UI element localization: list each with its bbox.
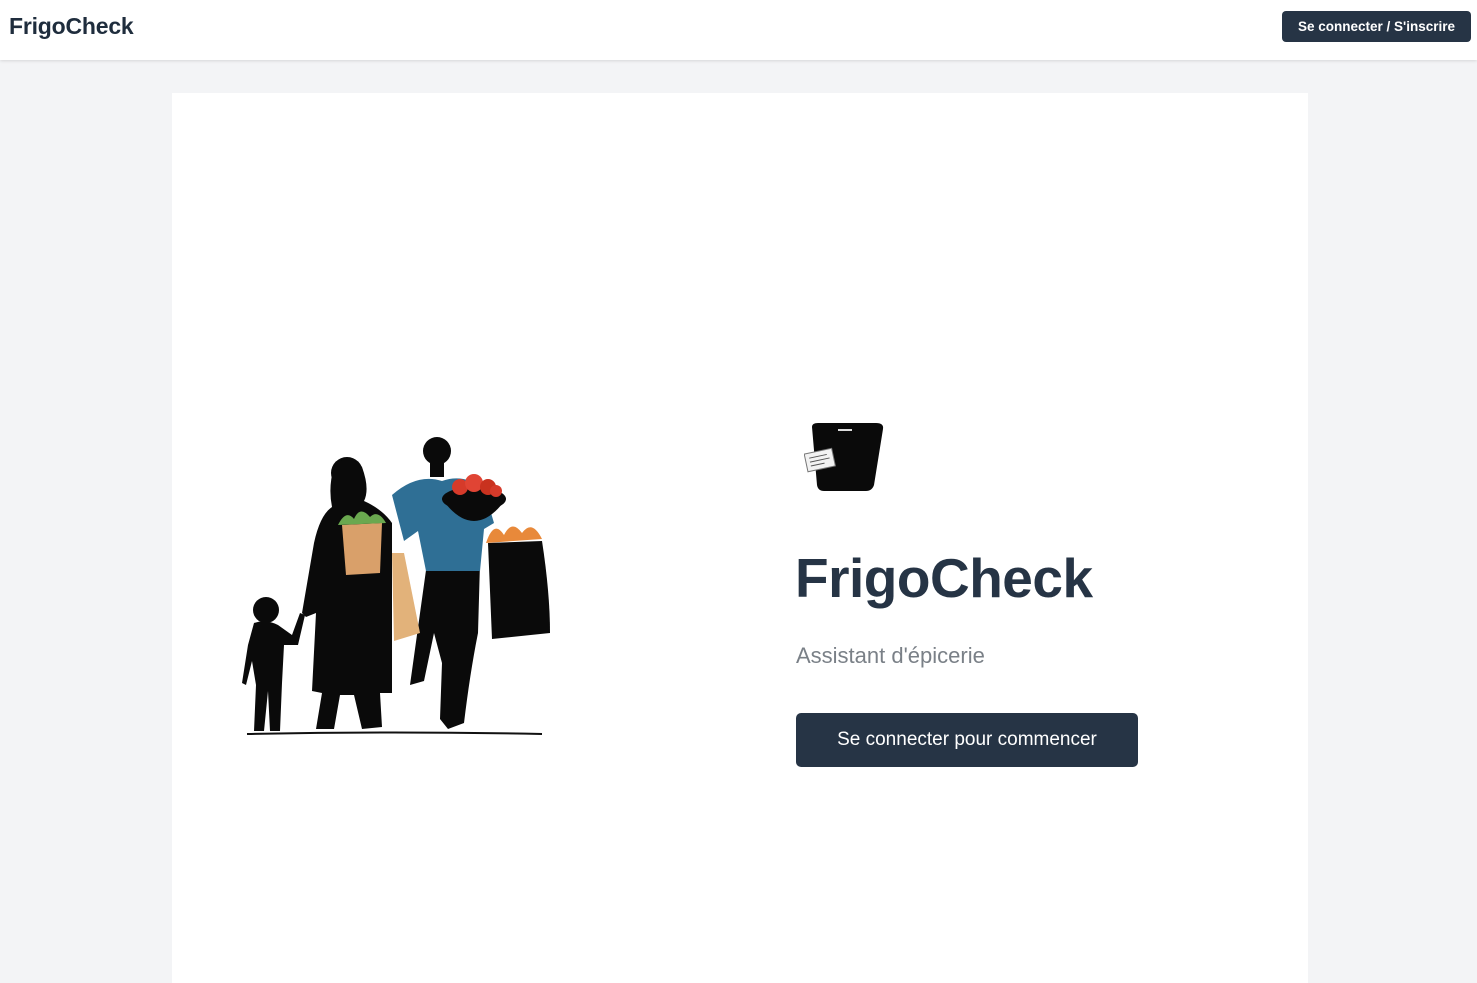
hero-title: FrigoCheck (795, 547, 1093, 609)
fridge-check-logo-icon (804, 423, 884, 491)
hero-subtitle: Assistant d'épicerie (796, 643, 985, 668)
brand-logo-text[interactable]: FrigoCheck (9, 13, 134, 40)
family-shopping-illustration (242, 437, 550, 735)
landing-card: FrigoCheck Assistant d'épicerie Se conne… (172, 93, 1308, 983)
login-to-start-button[interactable]: Se connecter pour commencer (796, 713, 1138, 767)
top-navbar: FrigoCheck Se connecter / S'inscrire (0, 0, 1477, 60)
login-signup-button[interactable]: Se connecter / S'inscrire (1281, 11, 1471, 42)
